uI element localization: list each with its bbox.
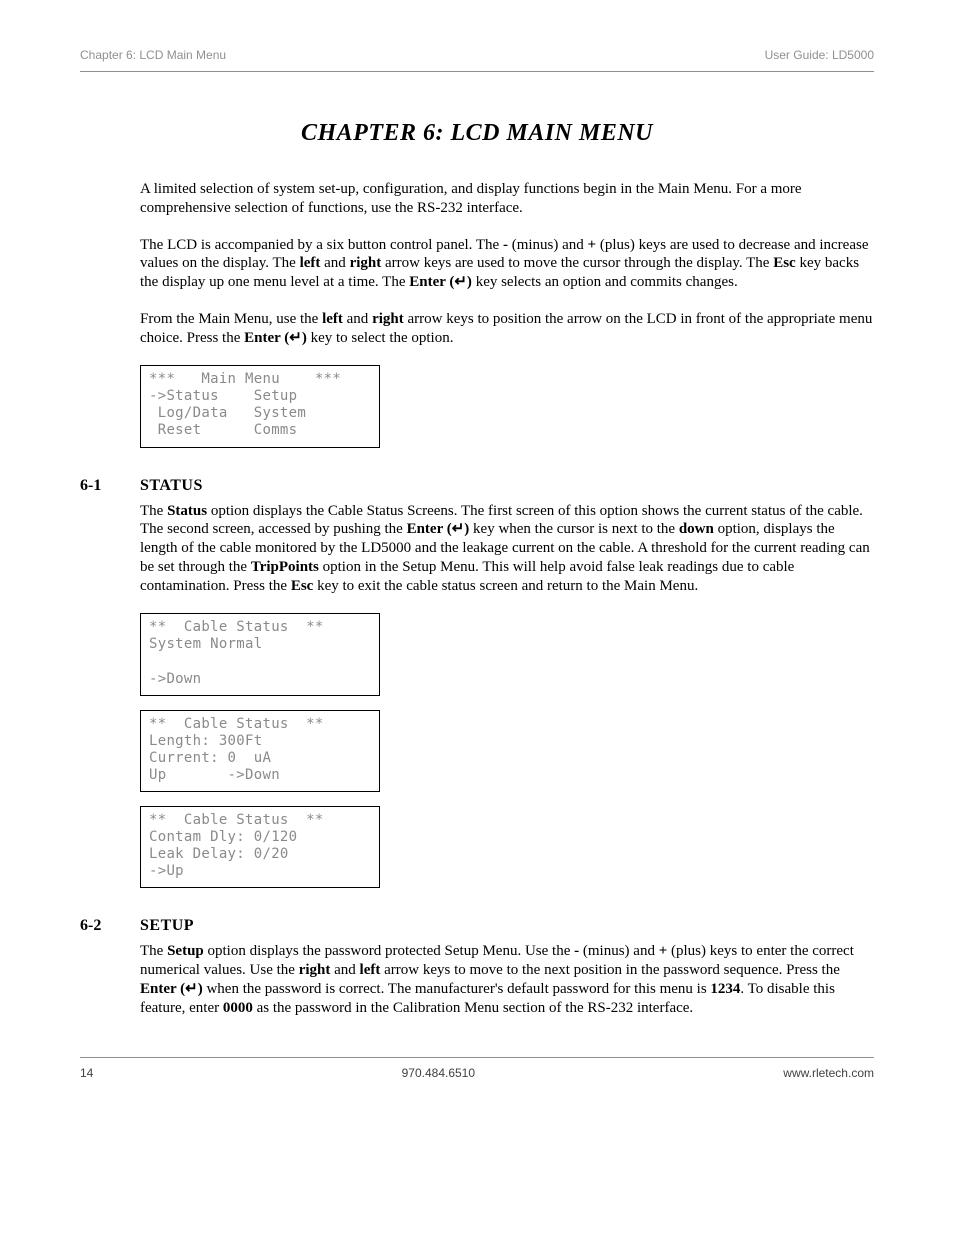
chapter-title: CHAPTER 6: LCD MAIN MENU	[80, 118, 874, 148]
header-rule	[80, 71, 874, 72]
footer-phone: 970.484.6510	[402, 1066, 475, 1081]
page-footer: 14 970.484.6510 www.rletech.com	[80, 1058, 874, 1081]
header-guide: User Guide: LD5000	[765, 48, 874, 63]
footer-url: www.rletech.com	[783, 1066, 874, 1081]
lcd-cable-status-1: ** Cable Status ** System Normal ->Down	[140, 613, 380, 695]
setup-paragraph: The Setup option displays the password p…	[140, 942, 874, 1017]
lcd-main-menu: *** Main Menu *** ->Status Setup Log/Dat…	[140, 365, 380, 447]
intro-paragraph-3: From the Main Menu, use the left and rig…	[140, 310, 874, 348]
intro-paragraph-1: A limited selection of system set-up, co…	[140, 180, 874, 218]
section-number: 6-1	[80, 476, 140, 496]
lcd-cable-status-3: ** Cable Status ** Contam Dly: 0/120 Lea…	[140, 806, 380, 888]
section-6-2-heading: 6-2 SETUP	[80, 916, 874, 936]
section-title: STATUS	[140, 476, 203, 496]
status-paragraph: The Status option displays the Cable Sta…	[140, 502, 874, 596]
section-title: SETUP	[140, 916, 194, 936]
lcd-cable-status-2: ** Cable Status ** Length: 300Ft Current…	[140, 710, 380, 792]
page-number: 14	[80, 1066, 93, 1081]
page-header: Chapter 6: LCD Main Menu User Guide: LD5…	[80, 48, 874, 71]
header-chapter: Chapter 6: LCD Main Menu	[80, 48, 226, 63]
section-number: 6-2	[80, 916, 140, 936]
intro-paragraph-2: The LCD is accompanied by a six button c…	[140, 236, 874, 292]
section-6-1-heading: 6-1 STATUS	[80, 476, 874, 496]
